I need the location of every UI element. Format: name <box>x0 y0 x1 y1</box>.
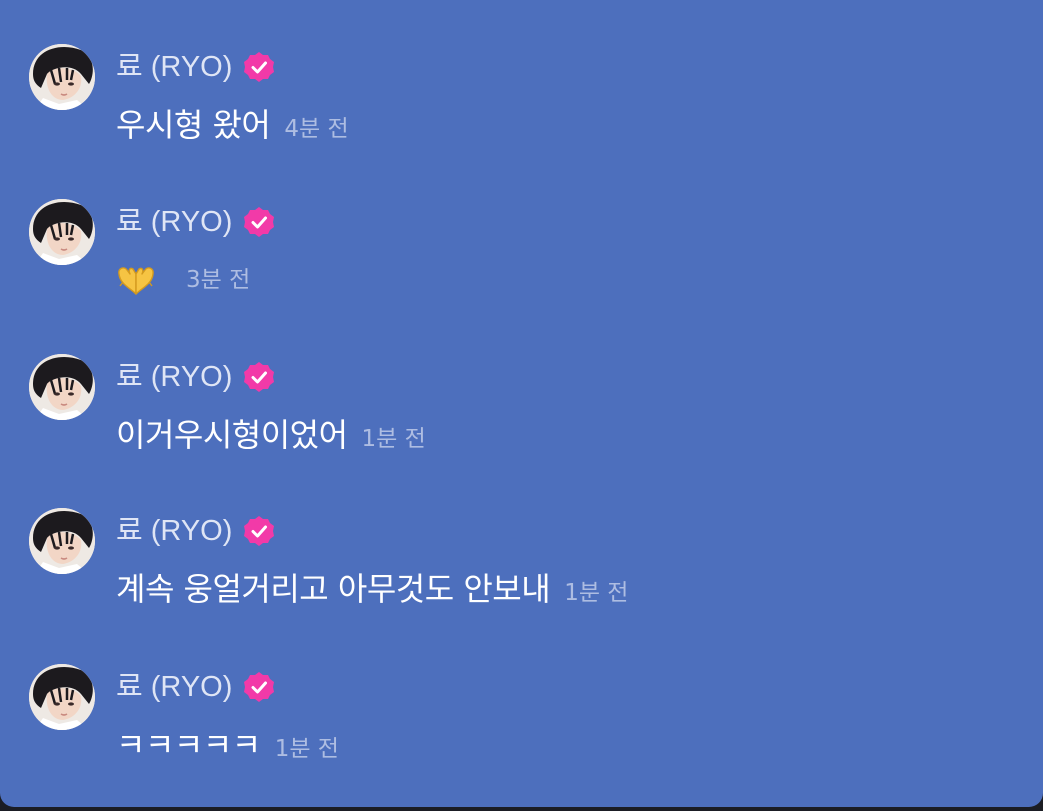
sender-row: 료 (RYO) <box>116 669 276 705</box>
message-text: 계속 웅얼거리고 아무것도 안보내 <box>116 570 551 608</box>
message-timestamp: 3분 전 <box>186 267 251 293</box>
message-line: ㅋㅋㅋㅋㅋ 1분 전 <box>116 722 339 768</box>
chat-message: 료 (RYO) 3분 전 <box>0 199 1043 349</box>
message-line: 3분 전 <box>116 257 250 303</box>
chat-message: 료 (RYO) 우시형 왔어 4분 전 <box>0 44 1043 194</box>
avatar-image <box>29 199 95 265</box>
message-line: 계속 웅얼거리고 아무것도 안보내 1분 전 <box>116 566 628 612</box>
avatar-image <box>29 664 95 730</box>
avatar[interactable] <box>29 664 95 730</box>
sender-row: 료 (RYO) <box>116 359 276 395</box>
heart-hands-emoji-icon <box>116 260 156 300</box>
chat-message: 료 (RYO) ㅋㅋㅋㅋㅋ 1분 전 <box>0 664 1043 807</box>
verified-badge-icon <box>244 52 275 82</box>
message-timestamp: 4분 전 <box>284 116 349 142</box>
sender-name[interactable]: 료 (RYO) <box>116 204 232 240</box>
sender-name[interactable]: 료 (RYO) <box>116 669 232 705</box>
verified-badge-icon <box>244 362 275 392</box>
chat-panel: 료 (RYO) 우시형 왔어 4분 전 료 (RYO) 3분 전 료 (RYO)… <box>0 0 1043 807</box>
sender-row: 료 (RYO) <box>116 204 276 240</box>
sender-name[interactable]: 료 (RYO) <box>116 359 232 395</box>
message-timestamp: 1분 전 <box>274 736 339 762</box>
chat-message: 료 (RYO) 계속 웅얼거리고 아무것도 안보내 1분 전 <box>0 508 1043 658</box>
message-timestamp: 1분 전 <box>564 580 629 606</box>
avatar[interactable] <box>29 44 95 110</box>
avatar-image <box>29 354 95 420</box>
message-line: 우시형 왔어 4분 전 <box>116 102 349 148</box>
avatar[interactable] <box>29 508 95 574</box>
avatar[interactable] <box>29 354 95 420</box>
avatar[interactable] <box>29 199 95 265</box>
avatar-image <box>29 508 95 574</box>
sender-row: 료 (RYO) <box>116 49 276 85</box>
sender-name[interactable]: 료 (RYO) <box>116 513 232 549</box>
verified-badge-icon <box>244 672 275 702</box>
avatar-image <box>29 44 95 110</box>
verified-badge-icon <box>244 207 275 237</box>
chat-message: 료 (RYO) 이거우시형이었어 1분 전 <box>0 354 1043 504</box>
message-text: 이거우시형이었어 <box>116 416 348 454</box>
message-text: ㅋㅋㅋㅋㅋ <box>116 726 261 764</box>
message-timestamp: 1분 전 <box>361 426 426 452</box>
message-line: 이거우시형이었어 1분 전 <box>116 412 426 458</box>
sender-row: 료 (RYO) <box>116 513 276 549</box>
message-text: 우시형 왔어 <box>116 106 271 144</box>
sender-name[interactable]: 료 (RYO) <box>116 49 232 85</box>
verified-badge-icon <box>244 516 275 546</box>
